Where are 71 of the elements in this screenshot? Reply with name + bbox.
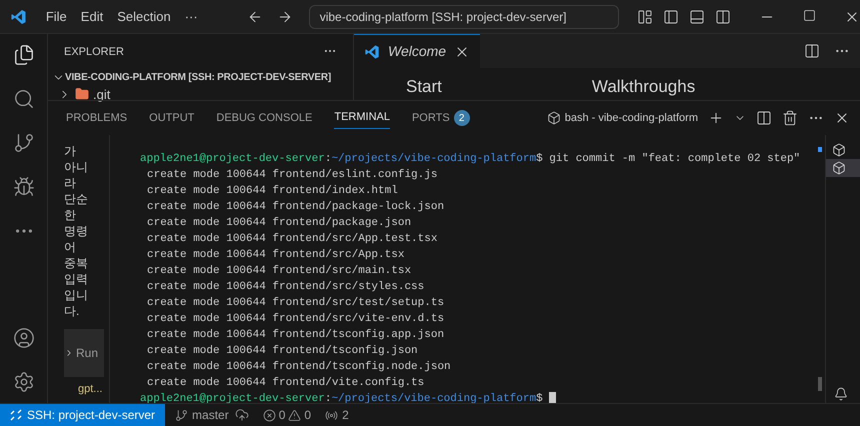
panel-tab[interactable]: TERMINAL [334,107,390,129]
terminal-prompt: apple2ne1@project-dev-server:~/projects/vibe-coding-platform$ [140,391,814,403]
chat-message: 가 아니라 단순한 명령어 중복 입력입니다. [64,143,88,319]
problems-indicator[interactable]: 0 0 [262,406,312,424]
scrollbar-thumb[interactable] [818,377,822,391]
section-heading: Start [406,76,442,98]
ports-icon [325,408,338,422]
sync-icon[interactable] [234,408,249,422]
ports-indicator[interactable]: 2 [325,406,349,424]
terminal-output: create mode 100644 frontend/src/styles.css [146,280,426,295]
sidebar-toggle-icon[interactable] [663,8,679,24]
split-editor-icon[interactable] [804,43,820,59]
workspace-root[interactable]: VIBE-CODING-PLATFORM [SSH: PROJECT-DEV-SERVER] [52,70,337,84]
panel-tab[interactable]: OUTPUT [149,107,194,129]
terminal-output: create mode 100644 frontend/package.json [146,216,412,231]
explorer-icon[interactable] [12,44,34,66]
explorer-title: EXPLORER [64,45,124,60]
terminal-output: create mode 100644 frontend/index.html [146,184,399,199]
panel-tab[interactable]: PROBLEMS [66,107,128,129]
terminal-name[interactable]: bash - vibe-coding-platform [564,110,698,126]
panel-toggle-icon[interactable] [689,8,705,24]
terminal-output: create mode 100644 frontend/src/vite-env.d.ts [146,312,446,327]
panel-tab[interactable]: DEBUG CONSOLE [216,107,312,129]
maximize-icon[interactable] [803,8,816,22]
terminal-icon [546,111,561,125]
split-terminal-icon[interactable] [756,110,772,126]
account-icon[interactable] [12,327,34,349]
menu-item[interactable]: Edit [76,6,108,26]
terminal-output: create mode 100644 frontend/tsconfig.app.json [146,328,446,343]
terminal-output: create mode 100644 frontend/tsconfig.json [146,344,419,359]
add-terminal-icon[interactable] [708,110,724,126]
layout-icon[interactable] [637,8,653,24]
terminal-output: create mode 100644 frontend/tsconfig.node.json [146,360,452,375]
app-logo-icon [10,8,27,26]
trash-icon[interactable] [782,110,798,126]
run-item[interactable]: Run [64,329,104,377]
menu-item[interactable]: ··· [180,6,203,26]
count-badge: 2 [454,110,470,126]
terminal-tab[interactable] [826,159,860,177]
menu-item[interactable]: Selection [112,6,176,26]
source-control-icon[interactable] [12,132,34,154]
warning-icon [288,408,302,422]
branch-icon [175,408,188,422]
scroll-marker [818,147,822,152]
terminal-output: create mode 100644 frontend/vite.config.ts [146,376,426,391]
run-debug-icon[interactable] [12,176,34,198]
app-logo-icon [364,44,380,60]
folder-icon [75,87,89,102]
terminal-output: create mode 100644 frontend/src/main.tsx [146,264,412,279]
command-center[interactable]: vibe-coding-platform [SSH: project-dev-server] [308,4,619,28]
panel-tab[interactable]: PORTS 2 [412,107,470,129]
model-label: gpt... [78,382,104,397]
remote-icon [10,409,22,421]
bell-icon[interactable] [834,387,848,401]
terminal-output: create mode 100644 frontend/package-lock.json [146,200,446,215]
section-heading: Walkthroughs [592,76,696,98]
search-icon[interactable] [12,88,34,110]
error-icon [262,408,276,422]
remote-indicator[interactable]: SSH: project-dev-server [0,404,166,426]
split-icon[interactable] [715,8,731,24]
terminal-output: create mode 100644 frontend/eslint.config.js [146,168,438,183]
menu-item[interactable]: File [40,6,72,26]
settings-icon[interactable] [12,371,34,393]
terminal-prompt: apple2ne1@project-dev-server:~/projects/vibe-coding-platform$ git commit -m "feat: complete 02 step" [140,152,802,167]
editor-tab[interactable]: Welcome [354,34,480,68]
terminal-output: create mode 100644 frontend/src/App.tsx [146,248,406,263]
terminal-output: create mode 100644 frontend/src/test/setup.ts [146,296,446,311]
terminal-icon [832,143,846,157]
branch-indicator[interactable]: master [175,406,229,424]
terminal-output: create mode 100644 frontend/src/App.test.tsx [146,232,438,247]
terminal-icon [832,161,846,175]
